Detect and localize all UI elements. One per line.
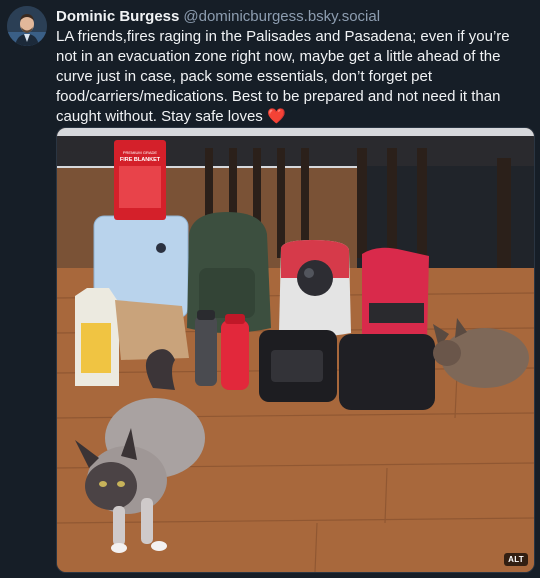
alt-text-badge[interactable]: ALT (504, 553, 528, 566)
post-card[interactable]: Dominic Burgess @dominicburgess.bsky.soci… (0, 0, 540, 578)
fire-blanket-label: FIRE BLANKET (120, 157, 161, 163)
red-heart-emoji-icon: ❤️ (266, 108, 286, 125)
post-image[interactable]: PREMIUM GRADE FIRE BLANKET ALT (56, 127, 535, 573)
post-text: LA friends,fires raging in the Palisades… (56, 27, 534, 127)
post-header: Dominic Burgess @dominicburgess.bsky.soci… (56, 8, 532, 26)
author-handle[interactable]: @dominicburgess.bsky.social (183, 8, 380, 25)
fire-blanket-small-label: PREMIUM GRADE (123, 150, 158, 155)
author-name[interactable]: Dominic Burgess (56, 8, 179, 25)
avatar[interactable] (7, 6, 47, 46)
